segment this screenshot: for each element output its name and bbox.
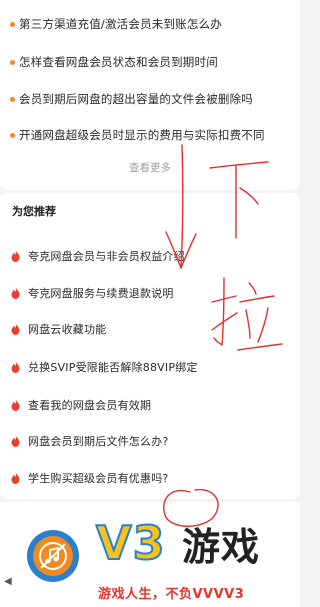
recommend-item-label: 网盘云收藏功能 xyxy=(28,323,107,336)
recommend-item[interactable]: 查看我的网盘会员有效期 xyxy=(0,394,300,416)
watermark-brand-game: 游戏 xyxy=(182,525,261,569)
faq-item-label: 开通网盘超级会员时显示的费用与实际扣费不同 xyxy=(19,128,265,142)
recommend-item[interactable]: 网盘会员到期后文件怎么办? xyxy=(0,430,300,452)
watermark-logo-icon xyxy=(27,530,79,582)
see-more-link[interactable]: 查看更多 xyxy=(0,160,300,175)
recommend-title: 为您推荐 xyxy=(12,205,56,218)
recommend-item[interactable]: 夸克网盘服务与续费退款说明 xyxy=(0,282,300,304)
bullet-dot-icon xyxy=(10,21,15,27)
flame-icon xyxy=(11,435,20,447)
bullet-dot-icon xyxy=(10,132,15,138)
faq-item-label: 第三方渠道充值/激活会员未到账怎么办 xyxy=(19,17,222,31)
watermark-brand-v3: V3 xyxy=(95,516,166,570)
faq-card: 第三方渠道充值/激活会员未到账怎么办 怎样查看网盘会员状态和会员到期时间 会员到… xyxy=(0,0,300,190)
flame-icon xyxy=(11,472,20,484)
watermark-slogan: 游戏人生，不负VVVV3 xyxy=(98,587,245,602)
flame-icon xyxy=(11,287,20,299)
flame-icon xyxy=(11,250,20,262)
flame-icon xyxy=(11,323,20,335)
recommend-item-label: 夸克网盘服务与续费退款说明 xyxy=(28,287,174,300)
faq-item[interactable]: 怎样查看网盘会员状态和会员到期时间 xyxy=(0,51,300,73)
recommend-item-label: 夸克网盘会员与非会员权益介绍 xyxy=(28,250,185,263)
recommend-item[interactable]: 网盘云收藏功能 xyxy=(0,318,300,340)
faq-item-label: 会员到期后网盘的超出容量的文件会被删除吗 xyxy=(19,92,253,106)
recommend-item-label: 查看我的网盘会员有效期 xyxy=(28,399,152,412)
recommend-item-label: 网盘会员到期后文件怎么办? xyxy=(28,435,169,448)
faq-item[interactable]: 开通网盘超级会员时显示的费用与实际扣费不同 xyxy=(0,124,300,146)
recommend-item-label: 学生购买超级会员有优惠吗? xyxy=(28,472,169,485)
bullet-dot-icon xyxy=(10,96,15,102)
flame-icon xyxy=(11,361,20,373)
recommend-item[interactable]: 学生购买超级会员有优惠吗? xyxy=(0,467,300,489)
recommend-item[interactable]: 夸克网盘会员与非会员权益介绍 xyxy=(0,245,300,267)
recommend-item[interactable]: 兑换SVIP受限能否解除88VIP绑定 xyxy=(0,356,300,378)
recommend-item-label: 兑换SVIP受限能否解除88VIP绑定 xyxy=(28,361,198,374)
bullet-dot-icon xyxy=(10,59,15,65)
recommend-card xyxy=(0,193,300,499)
faq-item-label: 怎样查看网盘会员状态和会员到期时间 xyxy=(19,55,218,69)
chevron-left-icon: ◀ xyxy=(4,576,12,587)
faq-item[interactable]: 会员到期后网盘的超出容量的文件会被删除吗 xyxy=(0,88,300,110)
flame-icon xyxy=(11,399,20,411)
faq-item[interactable]: 第三方渠道充值/激活会员未到账怎么办 xyxy=(0,13,300,35)
